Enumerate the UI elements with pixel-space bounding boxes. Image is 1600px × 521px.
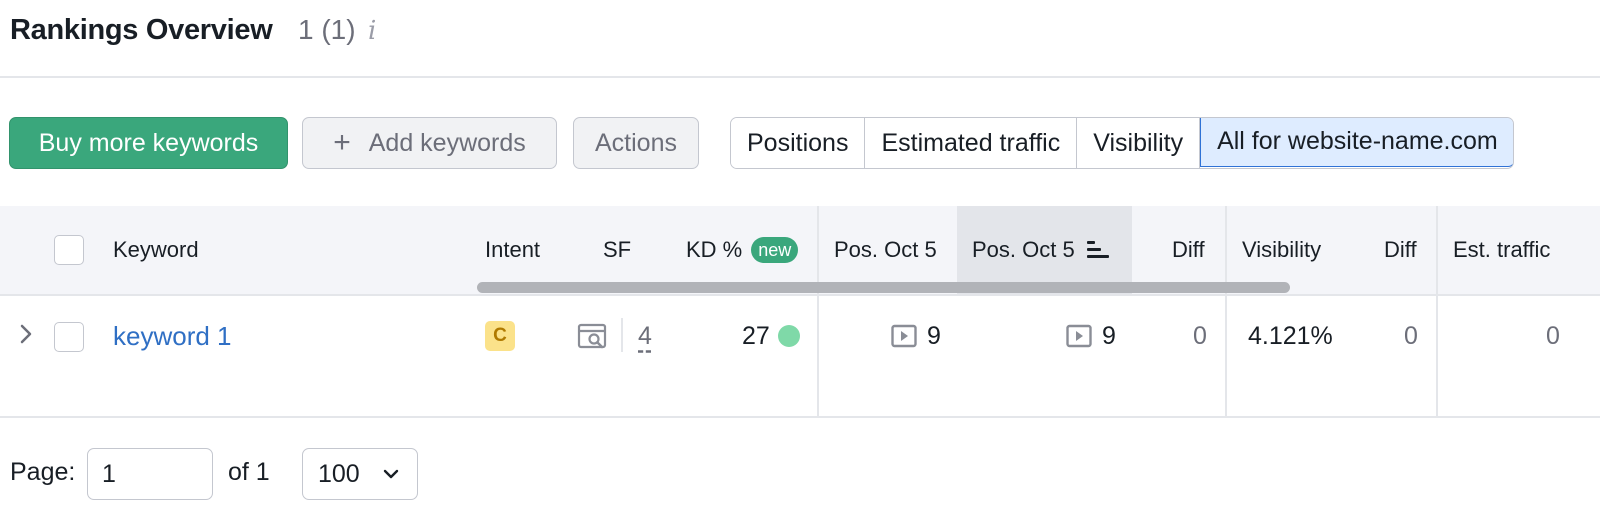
- segment-positions[interactable]: Positions: [731, 118, 866, 168]
- new-badge: new: [751, 237, 799, 263]
- rows-per-page-value: 100: [318, 459, 360, 488]
- kd-value: 27: [742, 321, 770, 350]
- video-serp-icon: [891, 324, 917, 348]
- info-icon[interactable]: i: [368, 16, 376, 46]
- column-header-pos-2[interactable]: Pos. Oct 5: [972, 206, 1109, 294]
- horizontal-scrollbar[interactable]: [477, 282, 1290, 293]
- pos-2-value: 9: [1102, 321, 1116, 350]
- column-header-pos-1[interactable]: Pos. Oct 5: [834, 206, 937, 294]
- segment-visibility[interactable]: Visibility: [1077, 118, 1201, 168]
- visibility-value: 4.121%: [1248, 321, 1333, 350]
- diff-2-value: 0: [1404, 321, 1418, 350]
- kd-cell: 27: [742, 296, 800, 376]
- page-title: Rankings Overview: [10, 14, 273, 46]
- page-total: of 1: [228, 458, 270, 486]
- video-serp-icon: [1066, 324, 1092, 348]
- column-header-diff-1[interactable]: Diff: [1172, 206, 1205, 294]
- expand-row-chevron-icon[interactable]: [19, 323, 33, 352]
- column-header-intent[interactable]: Intent: [485, 206, 540, 294]
- page-label: Page:: [10, 458, 76, 486]
- column-divider: [817, 206, 819, 294]
- column-divider: [1436, 206, 1438, 294]
- page-number-input[interactable]: [87, 448, 213, 500]
- pos-2-cell: 9: [1066, 296, 1116, 376]
- serp-features-icon[interactable]: [577, 322, 607, 350]
- kd-header-label: KD %: [686, 237, 743, 262]
- column-divider: [1225, 206, 1227, 294]
- column-header-est-traffic[interactable]: Est. traffic: [1453, 206, 1550, 294]
- column-header-keyword[interactable]: Keyword: [113, 206, 199, 294]
- column-divider: [1225, 296, 1227, 418]
- keyword-count: 1 (1): [298, 14, 356, 45]
- view-segmented-control: Positions Estimated traffic Visibility A…: [730, 117, 1515, 169]
- sf-count-cell: 4: [638, 296, 652, 376]
- intent-badge[interactable]: C: [485, 321, 515, 351]
- keyword-cell: keyword 1: [113, 296, 232, 376]
- add-keywords-label: Add keywords: [368, 128, 526, 157]
- kd-difficulty-dot: [777, 325, 800, 347]
- pos-1-value: 9: [927, 321, 941, 350]
- rows-per-page-select[interactable]: 100: [302, 448, 418, 500]
- column-header-visibility[interactable]: Visibility: [1242, 206, 1321, 294]
- column-header-sf[interactable]: SF: [603, 206, 631, 294]
- column-header-diff-2[interactable]: Diff: [1384, 206, 1417, 294]
- segment-estimated-traffic[interactable]: Estimated traffic: [865, 118, 1078, 168]
- pos-1-cell: 9: [891, 296, 941, 376]
- keyword-link[interactable]: keyword 1: [113, 321, 232, 352]
- row-checkbox[interactable]: [54, 322, 84, 352]
- add-keywords-button[interactable]: + Add keywords: [302, 117, 557, 169]
- est-traffic-value: 0: [1546, 321, 1560, 350]
- page-header: Rankings Overview 1 (1) i: [0, 0, 1600, 78]
- segment-all-for-domain[interactable]: All for website-name.com: [1200, 118, 1514, 167]
- intent-cell: C: [485, 296, 515, 376]
- column-divider: [817, 296, 819, 418]
- sort-descending-icon: [1086, 241, 1109, 259]
- chevron-down-icon: [383, 469, 399, 479]
- sf-count[interactable]: 4: [638, 322, 652, 351]
- sf-cell: [577, 296, 607, 376]
- column-divider: [1436, 296, 1438, 418]
- table-row: keyword 1 C 4 27 9 9 0 4.121% 0 0: [0, 296, 1600, 418]
- diff-1-value: 0: [1193, 321, 1207, 350]
- pos-2-header-label: Pos. Oct 5: [972, 237, 1075, 262]
- column-header-kd[interactable]: KD % new: [686, 206, 799, 294]
- plus-icon: +: [333, 126, 351, 159]
- actions-button[interactable]: Actions: [573, 117, 699, 169]
- select-all-checkbox[interactable]: [54, 235, 84, 265]
- buy-more-keywords-button[interactable]: Buy more keywords: [9, 117, 288, 169]
- sf-divider: [621, 318, 623, 352]
